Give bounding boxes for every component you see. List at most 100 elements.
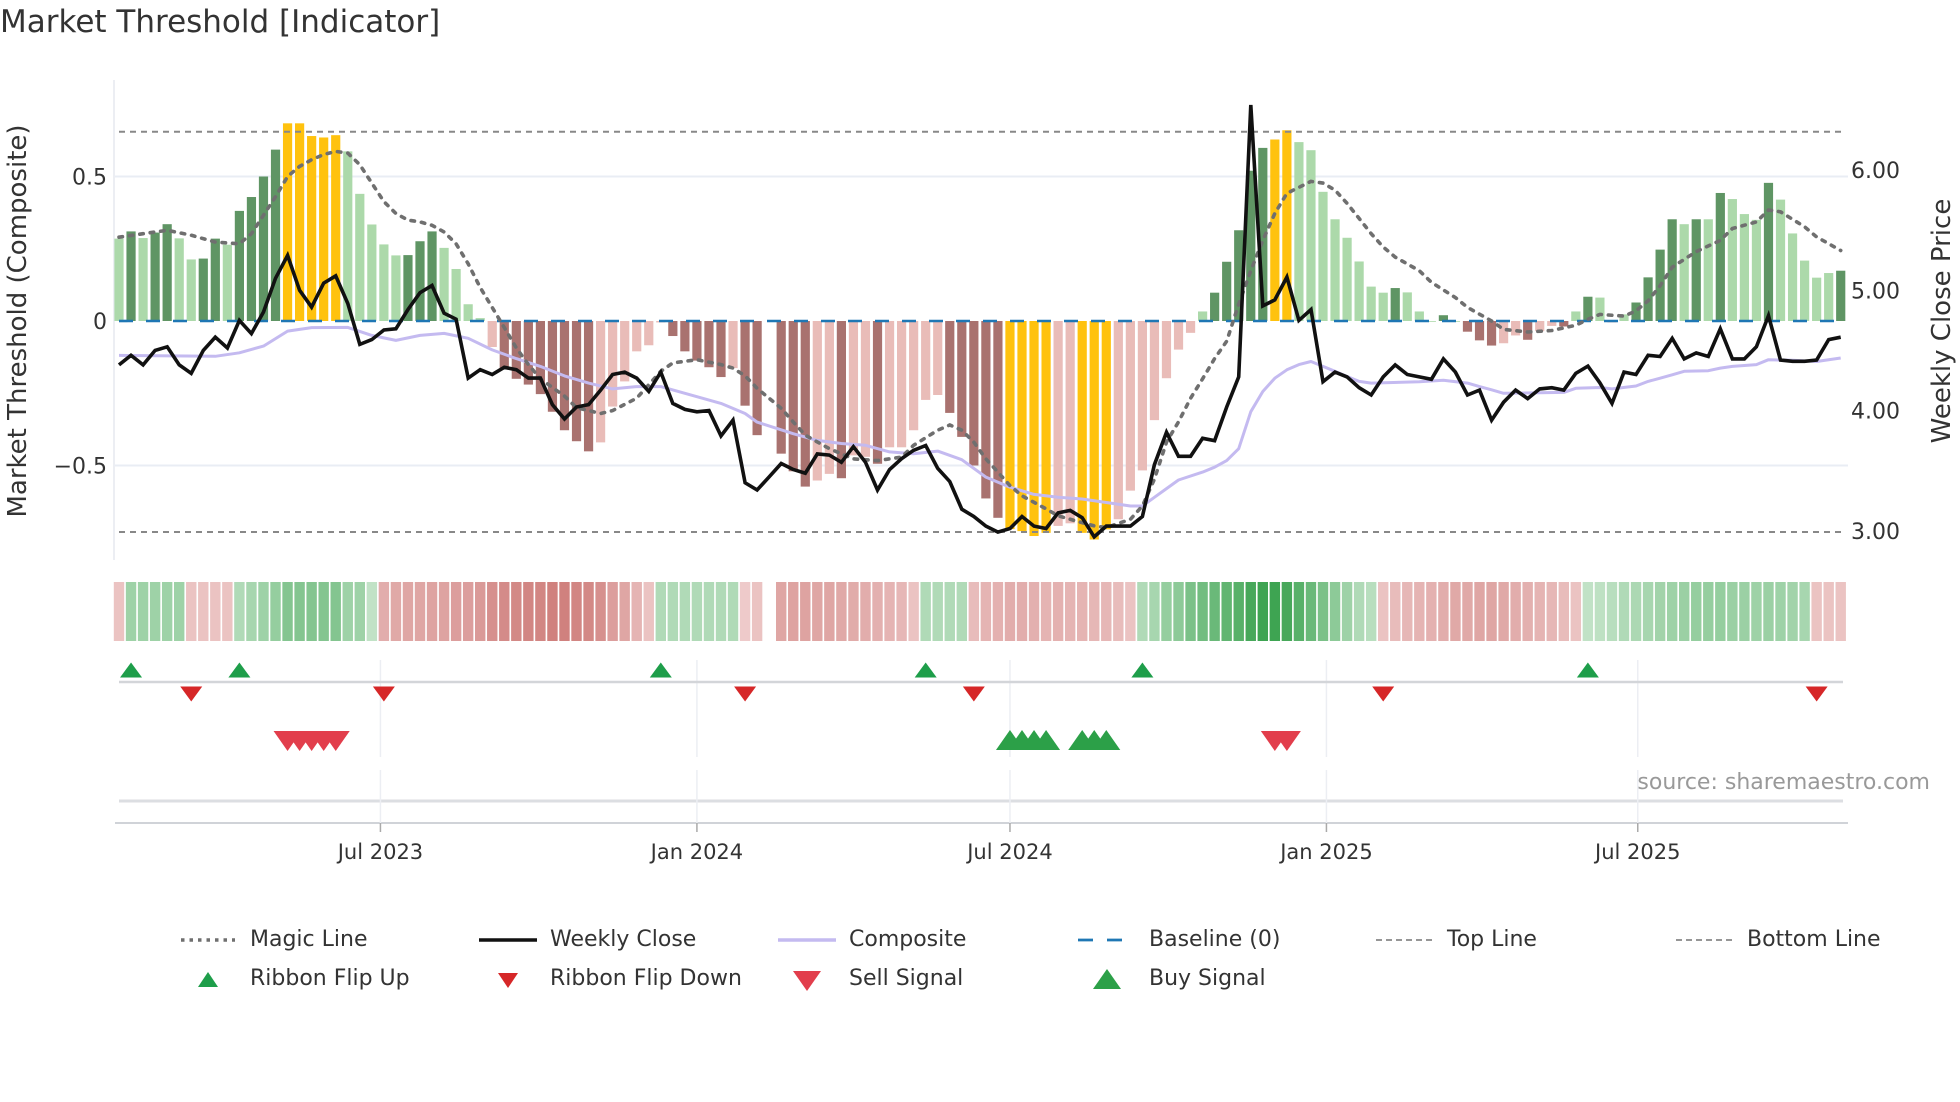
ribbon-cell (210, 582, 221, 641)
composite-bar (824, 321, 834, 474)
composite-bar (1041, 321, 1051, 533)
y-axis-left-label: Market Threshold (Composite) (3, 124, 33, 517)
composite-bar (1113, 321, 1123, 520)
composite-bar (1294, 142, 1304, 321)
legend-label: Magic Line (250, 927, 368, 952)
legend-label: Ribbon Flip Down (550, 966, 742, 991)
composite-bar (282, 123, 293, 321)
ribbon-cell (475, 582, 486, 641)
composite-bar (981, 321, 991, 499)
composite-bar (463, 304, 473, 321)
composite-bar (1378, 292, 1388, 321)
ribbon-flip-up-marker (120, 662, 143, 678)
ribbon-cell (812, 582, 823, 641)
composite-bar (1763, 182, 1774, 321)
ribbon-cell (1606, 582, 1618, 641)
composite-bar (126, 231, 136, 321)
ribbon-cell (1799, 582, 1810, 641)
composite-bar (1414, 311, 1424, 321)
x-tick-label: Jul 2024 (965, 840, 1052, 864)
composite-bar (644, 321, 654, 346)
ribbon-cell (1546, 582, 1557, 641)
composite-bar (1390, 288, 1400, 321)
legend-label: Composite (849, 927, 967, 952)
ribbon-cell (944, 582, 955, 641)
ribbon-cell (1402, 582, 1413, 641)
ribbon-cell (715, 582, 727, 641)
composite-bar (1101, 321, 1111, 530)
composite-bar (1173, 321, 1184, 350)
composite-bar (1077, 321, 1087, 533)
composite-bar (1800, 260, 1810, 321)
ribbon-cell (631, 582, 642, 641)
ribbon-cell (282, 582, 293, 641)
composite-bar (367, 224, 377, 321)
legend-label: Ribbon Flip Up (250, 966, 410, 991)
ribbon-cell (487, 582, 498, 641)
composite-bar (776, 321, 786, 454)
y-right-tick-label: 3.00 (1851, 520, 1900, 545)
axes: 0.5 0 −0.5 6.00 5.00 4.00 3.00 Jul 2023 Jan 2024… (54, 159, 1900, 864)
ribbon-flip-up-marker (1576, 662, 1599, 678)
legend-handle-baseline-icon (1078, 938, 1136, 942)
composite-bar (1739, 214, 1749, 321)
composite-bar (872, 321, 883, 464)
y-right-tick-label: 5.00 (1851, 279, 1900, 304)
composite-bar (1198, 311, 1208, 321)
ribbon-cell (788, 582, 799, 641)
ribbon-cell (896, 582, 907, 641)
ribbon-cell (1522, 582, 1533, 641)
ribbon-cell (198, 582, 209, 641)
ribbon-cell (824, 582, 835, 641)
composite-bar (1053, 321, 1063, 526)
source-note: source: sharemaestro.com (1637, 770, 1930, 795)
composite-bar (1787, 233, 1798, 321)
composite-bar (1715, 192, 1725, 321)
composite-bar (680, 321, 690, 352)
ribbon-cell (607, 582, 618, 641)
composite-bar (1402, 292, 1412, 321)
ribbon-flip-down-marker (734, 686, 757, 702)
ribbon-cell (860, 582, 871, 641)
composite-bar (1330, 219, 1340, 321)
composite-bar (1366, 286, 1376, 321)
legend-label: Top Line (1447, 927, 1537, 952)
ribbon-cell (1811, 582, 1822, 641)
ribbon-cell (1390, 582, 1401, 641)
ribbon-cell (318, 582, 329, 641)
ribbon-cell (595, 582, 606, 641)
legend-handle-buy-icon (1093, 969, 1121, 989)
ribbon-cell (1089, 582, 1100, 641)
ribbon-cell (1594, 582, 1606, 641)
legend-label: Bottom Line (1747, 927, 1881, 952)
ribbon-cell (1233, 582, 1244, 641)
ribbon-cell (1040, 582, 1052, 641)
ribbon-cell (499, 582, 510, 641)
y-right-tick-label: 6.00 (1851, 159, 1900, 184)
legend-label: Weekly Close (550, 927, 697, 952)
composite-bar (860, 321, 871, 457)
composite-bar (1727, 199, 1737, 321)
y-left-tick-label: 0.5 (72, 166, 107, 191)
ribbon-cell (968, 582, 980, 641)
composite-bar (222, 244, 232, 321)
ribbon-cell (1727, 582, 1738, 641)
ribbon-cell (354, 582, 365, 641)
ribbon-cell (1787, 582, 1798, 641)
ribbon-cell (1570, 582, 1582, 641)
ribbon-cell (655, 582, 666, 641)
ribbon-cell (920, 582, 931, 641)
composite-bar (1210, 292, 1220, 321)
composite-bar (1354, 261, 1364, 321)
ribbon-cell (547, 582, 558, 641)
ribbon-cell (1510, 582, 1521, 641)
legend-handle-close-icon (479, 938, 537, 942)
ribbon-cell (535, 582, 546, 641)
ribbon-cell (1149, 582, 1160, 641)
ribbon-cell (1630, 582, 1642, 641)
ribbon-cell (1618, 582, 1630, 641)
ribbon-cell (1666, 582, 1678, 641)
ribbon-cell (523, 582, 534, 641)
composite-bar (1005, 321, 1015, 530)
composite-bar (1222, 261, 1232, 321)
